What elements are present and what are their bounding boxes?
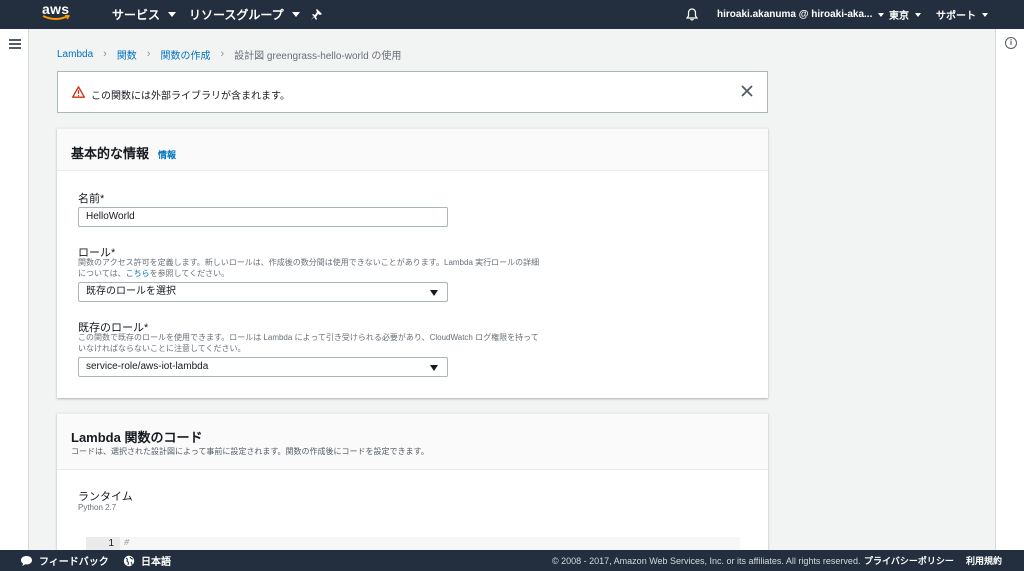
menu-icon[interactable] — [9, 39, 21, 49]
basic-info-header: 基本的な情報 情報 — [57, 129, 768, 171]
region-menu[interactable]: 東京 — [889, 0, 921, 29]
existing-role-desc-line2: いなければならないことに注意してください。 — [78, 344, 246, 353]
line-number: 1 — [86, 537, 120, 550]
aws-logo-text: aws — [42, 1, 70, 17]
resource-groups-menu[interactable]: リソースグループ — [189, 0, 300, 29]
services-menu[interactable]: サービス — [112, 0, 177, 29]
aws-smile-icon — [42, 15, 70, 20]
code-line[interactable]: # — [124, 537, 129, 550]
role-desc-line1: 関数のアクセス許可を定義します。新しいロールは、作成後の数分間は使用できないこと… — [78, 258, 540, 267]
function-code-title: Lambda 関数のコード — [71, 430, 203, 445]
feedback-button[interactable]: フィードバック — [20, 550, 109, 571]
breadcrumb-functions[interactable]: 関数 — [117, 47, 137, 62]
globe-icon — [123, 555, 135, 566]
aws-logo[interactable]: aws — [42, 2, 74, 26]
breadcrumb-current: 設計図 greengrass-hello-world の使用 — [234, 50, 402, 62]
info-link[interactable]: 情報 — [158, 148, 176, 161]
chevron-right-icon: › — [103, 48, 107, 60]
function-code-panel: Lambda 関数のコード コードは、選択された設計図によって事前に設定されます… — [57, 413, 768, 550]
left-sidebar — [0, 29, 29, 550]
warning-icon — [72, 86, 85, 98]
language-selector[interactable]: 日本語 — [123, 550, 171, 571]
chevron-down-icon — [168, 12, 177, 17]
existing-role-select-value: service-role/aws-iot-lambda — [86, 361, 209, 372]
warning-alert: この関数には外部ライブラリが含まれます。 — [57, 71, 768, 113]
footer: フィードバック 日本語 © 2008 - 2017, Amazon Web Se… — [0, 550, 1024, 571]
chevron-down-icon — [982, 12, 988, 17]
existing-role-description: この関数で既存のロールを使用できます。ロールは Lambda によって引き受けら… — [78, 332, 578, 354]
function-code-header: Lambda 関数のコード コードは、選択された設計図によって事前に設定されます… — [57, 414, 768, 470]
resource-groups-label: リソースグループ — [189, 8, 284, 22]
top-nav: aws サービス リソースグループ hiroaki.akanuma @ hiro… — [0, 0, 1024, 29]
info-icon[interactable]: i — [1005, 37, 1017, 49]
breadcrumb-lambda[interactable]: Lambda — [57, 49, 93, 60]
privacy-policy-link[interactable]: プライバシーポリシー — [864, 550, 954, 571]
chevron-down-icon — [915, 12, 921, 17]
name-label: 名前* — [78, 193, 105, 205]
right-sidebar: i — [995, 29, 1024, 550]
feedback-label: フィードバック — [39, 557, 109, 568]
caret-down-icon — [430, 365, 438, 371]
account-label: hiroaki.akanuma @ hiroaki-aka... — [717, 9, 873, 20]
close-icon[interactable] — [741, 85, 753, 97]
copyright-text: © 2008 - 2017, Amazon Web Services, Inc.… — [552, 555, 861, 566]
chevron-right-icon: › — [146, 48, 151, 60]
alert-message: この関数には外部ライブラリが含まれます。 — [91, 91, 290, 102]
services-label: サービス — [112, 8, 161, 22]
code-editor[interactable] — [86, 537, 740, 550]
role-select[interactable]: 既存のロールを選択 — [78, 282, 448, 302]
existing-role-select[interactable]: service-role/aws-iot-lambda — [78, 357, 448, 377]
terms-link[interactable]: 利用規約 — [966, 550, 1002, 571]
region-label: 東京 — [889, 11, 909, 22]
basic-info-panel: 基本的な情報 情報 名前* HelloWorld ロール* 関数のアクセス許可を… — [57, 128, 768, 398]
support-label: サポート — [936, 11, 976, 22]
breadcrumb: Lambda › 関数 › 関数の作成 › 設計図 greengrass-hel… — [57, 47, 402, 62]
basic-info-title: 基本的な情報 — [71, 146, 150, 161]
caret-down-icon — [430, 290, 438, 296]
role-desc-line2-post: を参照してください。 — [149, 269, 230, 278]
role-description: 関数のアクセス許可を定義します。新しいロールは、作成後の数分間は使用できないこと… — [78, 257, 578, 279]
language-label: 日本語 — [141, 557, 171, 568]
chat-bubble-icon — [21, 555, 32, 566]
existing-role-desc-line1: この関数で既存のロールを使用できます。ロールは Lambda によって引き受けら… — [78, 333, 539, 342]
role-desc-line2-pre: については、 — [78, 269, 126, 278]
bell-icon[interactable] — [686, 0, 698, 29]
chevron-down-icon — [291, 12, 300, 17]
chevron-down-icon — [878, 12, 885, 17]
runtime-value: Python 2.7 — [78, 503, 117, 512]
runtime-label: ランタイム — [78, 491, 133, 503]
chevron-right-icon: › — [220, 48, 225, 60]
account-menu[interactable]: hiroaki.akanuma @ hiroaki-aka... — [717, 0, 885, 29]
function-name-input[interactable]: HelloWorld — [78, 207, 448, 227]
breadcrumb-create-function[interactable]: 関数の作成 — [160, 47, 210, 62]
role-docs-link[interactable]: こちら — [126, 269, 150, 278]
support-menu[interactable]: サポート — [936, 0, 988, 29]
function-code-subtitle: コードは、選択された設計図によって事前に設定されます。関数の作成後にコードを設定… — [71, 447, 429, 456]
pin-icon[interactable] — [311, 0, 322, 29]
role-select-value: 既存のロールを選択 — [86, 286, 176, 297]
